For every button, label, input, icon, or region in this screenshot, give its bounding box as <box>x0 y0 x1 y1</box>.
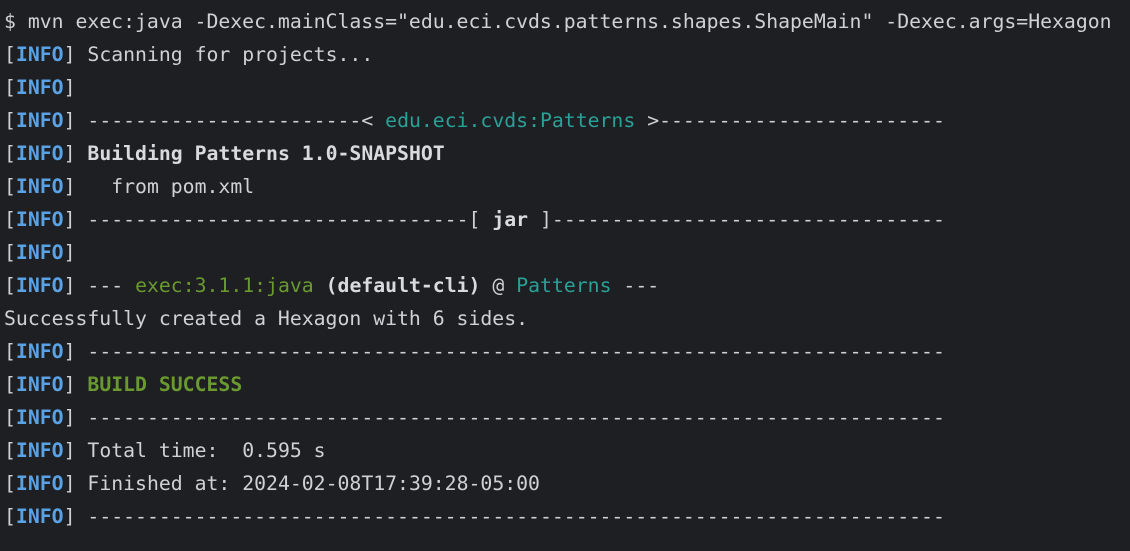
info-tag: INFO <box>15 76 64 99</box>
info-tag: INFO <box>15 109 64 132</box>
log-line-separator: [INFO] ---------------------------------… <box>4 340 945 363</box>
log-line-exec-goal: [INFO] --- exec:3.1.1:java (default-cli)… <box>4 274 660 297</box>
log-line-building: [INFO] Building Patterns 1.0-SNAPSHOT <box>4 142 445 165</box>
info-tag: INFO <box>15 208 64 231</box>
log-line-separator: [INFO] ---------------------------------… <box>4 406 945 429</box>
execution-id: (default-cli) <box>325 274 481 297</box>
info-tag: INFO <box>15 241 64 264</box>
info-tag: INFO <box>15 142 64 165</box>
artifact-id: edu.eci.cvds:Patterns <box>385 109 636 132</box>
log-line-empty: [INFO] <box>4 241 76 264</box>
info-tag: INFO <box>15 505 64 528</box>
build-status: BUILD SUCCESS <box>87 373 243 396</box>
terminal-output[interactable]: $ mvn exec:java -Dexec.mainClass="edu.ec… <box>0 0 1130 551</box>
log-line-from-pom: [INFO] from pom.xml <box>4 175 255 198</box>
info-tag: INFO <box>15 373 64 396</box>
info-tag: INFO <box>15 406 64 429</box>
info-tag: INFO <box>15 274 64 297</box>
log-line-build-success: [INFO] BUILD SUCCESS <box>4 373 243 396</box>
plugin-name: exec:3.1.1:java <box>135 274 314 297</box>
log-line-total-time: [INFO] Total time: 0.595 s <box>4 439 326 462</box>
info-tag: INFO <box>15 439 64 462</box>
log-line-scanning: [INFO] Scanning for projects... <box>4 43 374 66</box>
log-line-empty: [INFO] <box>4 76 76 99</box>
info-tag: INFO <box>15 43 64 66</box>
info-tag: INFO <box>15 472 64 495</box>
log-line-finished-at: [INFO] Finished at: 2024-02-08T17:39:28-… <box>4 472 540 495</box>
packaging-type: jar <box>492 208 529 231</box>
log-line-separator: [INFO] ---------------------------------… <box>4 505 945 528</box>
log-line-project-header: [INFO] -----------------------< edu.eci.… <box>4 109 945 132</box>
project-name: Patterns <box>516 274 612 297</box>
program-output-line: Successfully created a Hexagon with 6 si… <box>4 307 529 330</box>
log-line-packaging: [INFO] --------------------------------[… <box>4 208 945 231</box>
info-tag: INFO <box>15 340 64 363</box>
command-line: $ mvn exec:java -Dexec.mainClass="edu.ec… <box>4 10 1112 33</box>
info-tag: INFO <box>15 175 64 198</box>
